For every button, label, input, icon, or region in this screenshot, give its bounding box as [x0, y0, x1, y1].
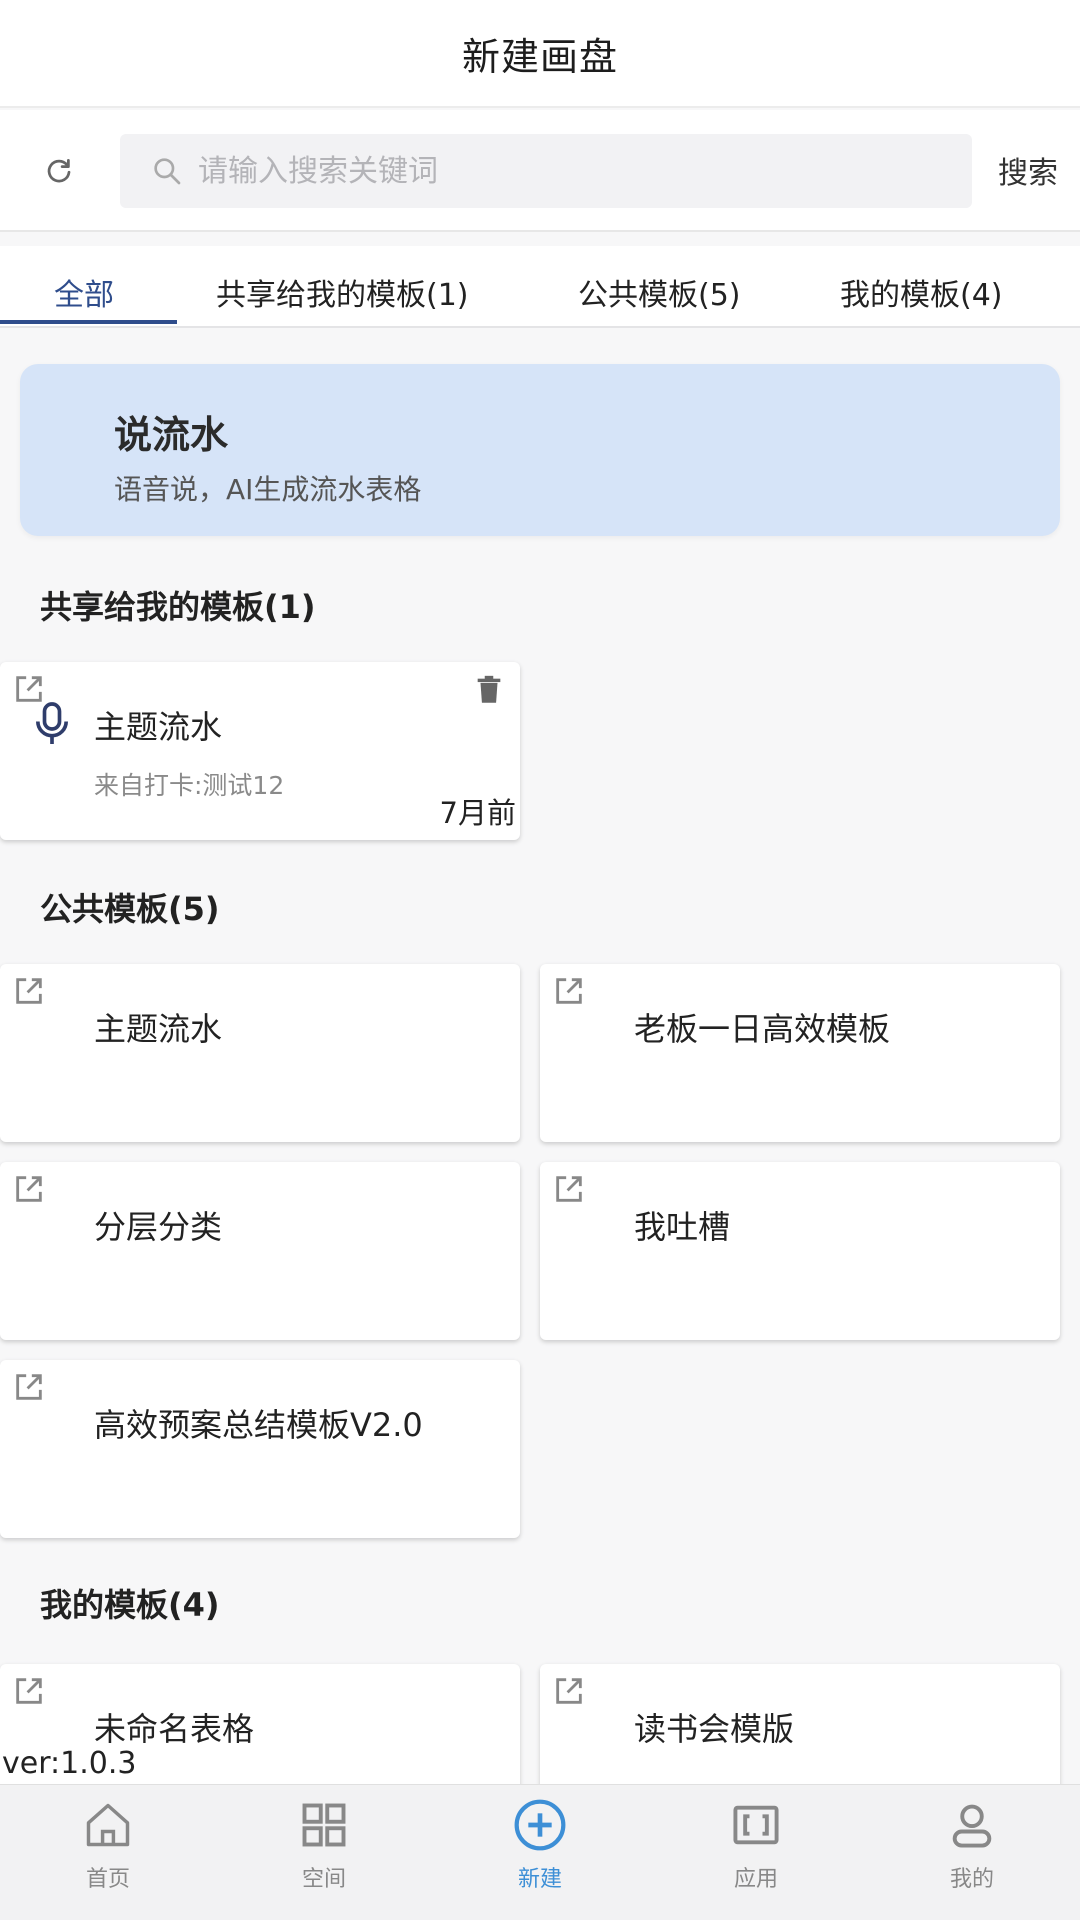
grid-icon — [296, 1797, 352, 1853]
nav-label: 空间 — [301, 1867, 346, 1892]
active-tab-indicator — [0, 320, 177, 324]
home-icon — [80, 1797, 136, 1853]
template-card[interactable]: 主题流水 来自打卡:测试12 7月前 — [0, 662, 520, 840]
user-icon — [944, 1797, 1000, 1853]
refresh-icon — [47, 159, 71, 183]
app-root: 新建画盘 搜索 全部 共享给我的模板(1) 公共模板(5) 我的模板(4) — [0, 0, 1080, 1920]
bottom-nav: 首页 空间 新建 应用 我的 — [0, 1784, 1080, 1920]
template-name: 老板一日高效模板 — [634, 1010, 891, 1048]
external-link-icon[interactable] — [12, 1370, 46, 1404]
trash-icon[interactable] — [472, 672, 506, 708]
template-name: 主题流水 — [94, 1010, 223, 1048]
template-name: 分层分类 — [94, 1208, 223, 1246]
template-name: 我吐槽 — [634, 1208, 731, 1246]
plus-circle-icon — [512, 1797, 568, 1853]
template-name: 未命名表格 — [94, 1710, 255, 1748]
search-input[interactable] — [198, 153, 958, 189]
search-bar: 搜索 — [0, 110, 1080, 232]
nav-label: 首页 — [85, 1867, 130, 1892]
banner-subtitle: 语音说，AI生成流水表格 — [114, 473, 422, 506]
template-name: 高效预案总结模板V2.0 — [94, 1406, 423, 1444]
tab-shared[interactable]: 共享给我的模板(1) — [216, 270, 469, 314]
nav-item-home[interactable]: 首页 — [48, 1797, 168, 1907]
voice-flow-banner[interactable]: 说流水 语音说，AI生成流水表格 — [20, 364, 1060, 536]
section-title-shared: 共享给我的模板(1) — [40, 588, 316, 626]
external-link-icon[interactable] — [552, 974, 586, 1008]
template-card[interactable]: 我吐槽 — [540, 1162, 1060, 1340]
nav-label: 新建 — [517, 1867, 562, 1892]
search-icon — [150, 154, 184, 188]
section-title-mine: 我的模板(4) — [40, 1586, 220, 1624]
template-card[interactable]: 主题流水 — [0, 964, 520, 1142]
template-source: 来自打卡:测试12 — [94, 771, 285, 800]
template-card[interactable]: 高效预案总结模板V2.0 — [0, 1360, 520, 1538]
external-link-icon[interactable] — [552, 1674, 586, 1708]
refresh-button[interactable] — [38, 150, 80, 192]
search-box[interactable] — [120, 134, 972, 208]
tab-public[interactable]: 公共模板(5) — [578, 270, 741, 314]
microphone-icon — [36, 702, 68, 744]
title-bar: 新建画盘 — [0, 0, 1080, 108]
nav-label: 我的 — [949, 1867, 994, 1892]
template-time: 7月前 — [439, 796, 516, 830]
tab-bar: 全部 共享给我的模板(1) 公共模板(5) 我的模板(4) — [0, 246, 1080, 328]
page-title: 新建画盘 — [461, 34, 618, 79]
version-label: ver:1.0.3 — [2, 1746, 137, 1781]
nav-item-space[interactable]: 空间 — [264, 1797, 384, 1907]
external-link-icon[interactable] — [12, 1674, 46, 1708]
external-link-icon[interactable] — [552, 1172, 586, 1206]
apps-icon — [728, 1797, 784, 1853]
external-link-icon[interactable] — [12, 974, 46, 1008]
nav-item-mine[interactable]: 我的 — [912, 1797, 1032, 1907]
external-link-icon[interactable] — [12, 1172, 46, 1206]
nav-item-new[interactable]: 新建 — [480, 1797, 600, 1907]
banner-title: 说流水 — [114, 413, 229, 457]
nav-label: 应用 — [733, 1867, 778, 1892]
nav-item-apps[interactable]: 应用 — [696, 1797, 816, 1907]
tab-all[interactable]: 全部 — [54, 270, 114, 314]
section-title-public: 公共模板(5) — [40, 890, 220, 928]
template-card[interactable]: 老板一日高效模板 — [540, 964, 1060, 1142]
template-name: 主题流水 — [94, 708, 223, 746]
tab-mine[interactable]: 我的模板(4) — [840, 270, 1003, 314]
template-card[interactable]: 分层分类 — [0, 1162, 520, 1340]
template-name: 读书会模版 — [634, 1710, 795, 1748]
search-button[interactable]: 搜索 — [998, 148, 1058, 192]
